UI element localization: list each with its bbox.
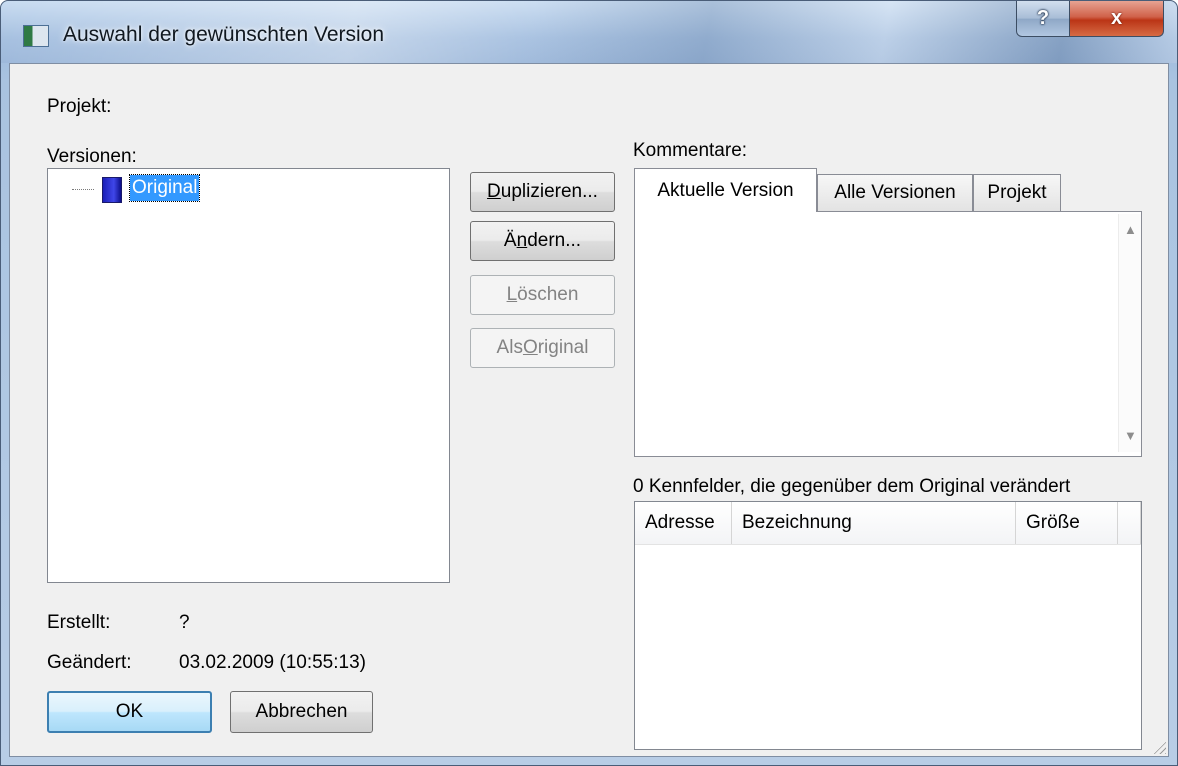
scroll-up-icon[interactable]: ▲: [1124, 222, 1137, 237]
erstellt-label: Erstellt:: [47, 612, 111, 633]
tab-projekt[interactable]: Projekt: [973, 174, 1061, 211]
column-bezeichnung[interactable]: Bezeichnung: [732, 502, 1016, 544]
version-tree[interactable]: Original: [47, 168, 450, 583]
column-groesse[interactable]: Größe: [1016, 502, 1118, 544]
changed-maps-table[interactable]: Adresse Bezeichnung Größe: [634, 501, 1142, 750]
aendern-label: dern...: [527, 230, 582, 251]
geaendert-value: 03.02.2009 (10:55:13): [179, 652, 366, 673]
abbrechen-button[interactable]: Abbrechen: [230, 691, 373, 733]
als-original-mnemonic: O: [522, 337, 538, 358]
changed-maps-summary: 0 Kennfelder, die gegenüber dem Original…: [633, 476, 1071, 497]
version-icon: [102, 177, 122, 203]
close-icon: x: [1110, 7, 1123, 29]
tab-alle-versionen[interactable]: Alle Versionen: [817, 174, 973, 211]
tree-item-original[interactable]: Original: [128, 174, 201, 202]
column-adresse[interactable]: Adresse: [635, 502, 732, 544]
dialog-client-area: Projekt: Versionen: Original Erstellt: ?…: [9, 63, 1169, 757]
comments-scrollbar[interactable]: ▲ ▼: [1118, 214, 1141, 452]
versionen-label: Versionen:: [47, 146, 137, 167]
loeschen-label: öschen: [517, 284, 579, 305]
geaendert-label: Geändert:: [47, 652, 132, 673]
aendern-button[interactable]: Än dern...: [470, 221, 615, 261]
comments-tab-panel: ▲ ▼: [634, 211, 1142, 457]
scroll-down-icon[interactable]: ▼: [1124, 428, 1137, 443]
help-icon: ?: [1036, 7, 1050, 29]
projekt-label: Projekt:: [47, 96, 112, 117]
title-bar[interactable]: Auswahl der gewünschten Version ? x: [1, 1, 1177, 63]
header-divider: [635, 544, 1141, 545]
als-original-prefix: Als: [496, 337, 523, 358]
duplizieren-button[interactable]: Duplizieren...: [470, 172, 615, 212]
loeschen-button[interactable]: Löschen: [470, 275, 615, 315]
tab-aktuelle-version[interactable]: Aktuelle Version: [634, 168, 817, 212]
resize-grip-icon[interactable]: [1152, 740, 1166, 754]
loeschen-mnemonic: L: [506, 284, 518, 305]
comments-textarea[interactable]: [635, 214, 1140, 452]
als-original-label: riginal: [537, 337, 589, 358]
duplizieren-label: uplizieren...: [500, 181, 598, 202]
kommentare-label: Kommentare:: [633, 140, 748, 161]
close-button[interactable]: x: [1070, 1, 1164, 37]
duplizieren-mnemonic: D: [487, 181, 501, 202]
erstellt-value: ?: [179, 612, 190, 633]
app-icon: [23, 25, 49, 47]
dialog-window: Auswahl der gewünschten Version ? x Proj…: [0, 0, 1178, 766]
window-title: Auswahl der gewünschten Version: [63, 23, 385, 46]
column-filler: [1118, 502, 1141, 544]
tree-connector: [72, 189, 94, 190]
als-original-button[interactable]: Als Original: [470, 328, 615, 368]
aendern-mnemonic: n: [516, 230, 528, 251]
help-button[interactable]: ?: [1016, 1, 1070, 37]
ok-button[interactable]: OK: [47, 691, 212, 733]
aendern-prefix: Ä: [503, 230, 517, 251]
